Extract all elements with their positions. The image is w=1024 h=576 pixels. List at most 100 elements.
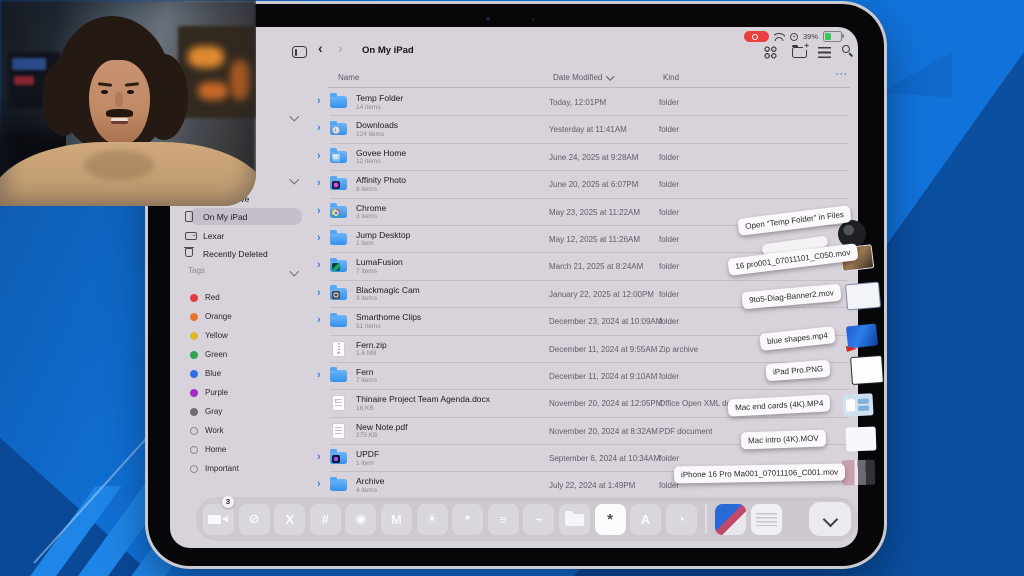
disclosure-chevron-icon[interactable]: › [317,369,321,381]
sidebar-tag[interactable]: Orange [170,307,315,326]
dock-app-icon[interactable]: * [595,504,626,535]
disclosure-chevron-icon[interactable]: › [317,205,321,217]
file-meta: 51 items [356,323,381,330]
section-collapse-chevron-icon[interactable] [290,175,299,184]
file-date: December 11, 2024 at 9:55AM [549,336,657,363]
file-name: LumaFusion [356,257,403,267]
view-grid-icon[interactable] [764,46,777,59]
dock: 3 ⊘ X # ◉ M ☀ [196,497,858,541]
dock-app-icon[interactable]: X [274,504,305,535]
sidebar-tag[interactable]: Gray [170,402,315,421]
disclosure-chevron-icon[interactable]: › [317,232,321,244]
dock-app-icon[interactable]: ◔ [666,504,697,535]
sidebar-tag[interactable]: Green [170,345,315,364]
file-date: June 24, 2025 at 9:28AM [549,144,638,171]
file-date: November 20, 2024 at 12:05PM [549,390,662,417]
dock-app-icon[interactable]: * [452,504,483,535]
file-icon [330,315,347,327]
disclosure-chevron-icon[interactable]: › [317,259,321,271]
video-thumbnail [842,393,873,417]
file-name: UPDF [356,449,379,459]
file-icon [330,479,347,491]
sidebar-tag[interactable]: Work [170,421,315,440]
file-date: May 23, 2025 at 11:22AM [549,199,640,226]
sidebar-item-lexar[interactable]: Lexar [170,227,224,244]
back-icon[interactable]: ‹ [318,40,323,56]
file-kind: folder [659,281,679,308]
sidebar-item-on-my-ipad[interactable]: On My iPad [190,208,302,225]
forward-icon[interactable]: › [338,40,343,56]
disclosure-chevron-icon[interactable]: › [317,451,321,463]
dock-app-icon[interactable]: ~ [523,504,554,535]
page-title: On My iPad [362,45,414,56]
dock-recent-app-icon[interactable] [751,504,782,535]
more-columns-button[interactable]: ··· [836,69,848,79]
file-meta: 3 items [356,295,377,302]
file-name: Thinaire Project Team Agenda.docx [356,394,490,404]
video-thumbnail [842,460,875,486]
sidebar-tag[interactable]: Important [170,459,315,478]
disclosure-chevron-icon[interactable]: › [317,478,321,490]
recording-indicator-icon[interactable] [744,31,769,42]
file-name: Temp Folder [356,93,403,103]
file-meta: 12 items [356,158,381,165]
file-kind: folder [659,253,679,280]
tag-color-dot [190,294,198,302]
file-kind: folder [659,363,679,390]
dock-app-icon[interactable]: ☀ [417,504,448,535]
sidebar-item-recently-deleted[interactable]: Recently Deleted [170,245,268,262]
file-date: December 11, 2024 at 9:10AM [549,363,657,390]
section-collapse-chevron-icon[interactable] [290,112,299,121]
dock-app-icon[interactable]: ≡ [488,504,519,535]
sidebar-tag[interactable]: Blue [170,364,315,383]
disclosure-chevron-icon[interactable]: › [317,150,321,162]
search-icon[interactable] [842,45,855,58]
dock-app-icon[interactable]: M [381,504,412,535]
sidebar-tag[interactable]: Red [170,288,315,307]
disclosure-chevron-icon[interactable]: › [317,177,321,189]
file-icon [330,260,347,272]
drag-item-label[interactable]: Mac intro (4K).MOV [741,430,826,450]
file-icon [330,151,347,163]
file-date: Yesterday at 11:41AM [549,116,627,143]
file-date: September 6, 2024 at 10:34AM [549,445,660,472]
file-date: March 21, 2025 at 8:24AM [549,253,643,280]
file-name: Blackmagic Cam [356,285,420,295]
disclosure-chevron-icon[interactable]: › [317,95,321,107]
file-meta: 1 item [356,240,374,247]
drag-item-label[interactable]: iPhone 16 Pro Ma001_07011106_C001.mov [674,464,845,484]
disclosure-chevron-icon[interactable]: › [317,314,321,326]
file-icon [330,96,347,108]
file-meta: 275 KB [356,432,377,439]
dock-app-icon[interactable]: ◉ [345,504,376,535]
column-header-name[interactable]: Name [338,73,359,82]
file-name: Chrome [356,203,386,213]
file-date: December 23, 2024 at 10:09AM [549,308,662,335]
section-collapse-chevron-icon[interactable] [290,267,299,276]
sidebar-tag[interactable]: Purple [170,383,315,402]
column-header-kind[interactable]: Kind [663,73,679,82]
file-icon [332,423,345,439]
column-header-date[interactable]: Date Modified [553,73,612,82]
disclosure-chevron-icon[interactable]: › [317,287,321,299]
sidebar-tag[interactable]: Yellow [170,326,315,345]
file-date: Today, 12:01PM [549,89,606,116]
status-bar: 39% [744,31,842,42]
dock-app-icon[interactable]: # [310,504,341,535]
disclosure-chevron-icon[interactable]: › [317,122,321,134]
tag-color-dot [190,389,198,397]
list-view-icon[interactable] [818,47,831,58]
file-icon [330,206,347,218]
tag-color-dot [190,370,198,378]
file-meta: 1.6 MB [356,350,377,357]
sidebar-tag[interactable]: Home [170,440,315,459]
dock-recent-app-icon[interactable] [715,504,746,535]
dock-app-icon[interactable]: ⊘ [239,504,270,535]
battery-percent: 39% [803,32,818,41]
dock-expand-chevron-button[interactable] [809,502,851,536]
file-icon [330,288,347,300]
dock-app-icon[interactable]: A [630,504,661,535]
new-folder-icon[interactable] [792,47,807,58]
dock-app-icon[interactable] [559,504,590,535]
dock-app-icon[interactable] [203,504,234,535]
